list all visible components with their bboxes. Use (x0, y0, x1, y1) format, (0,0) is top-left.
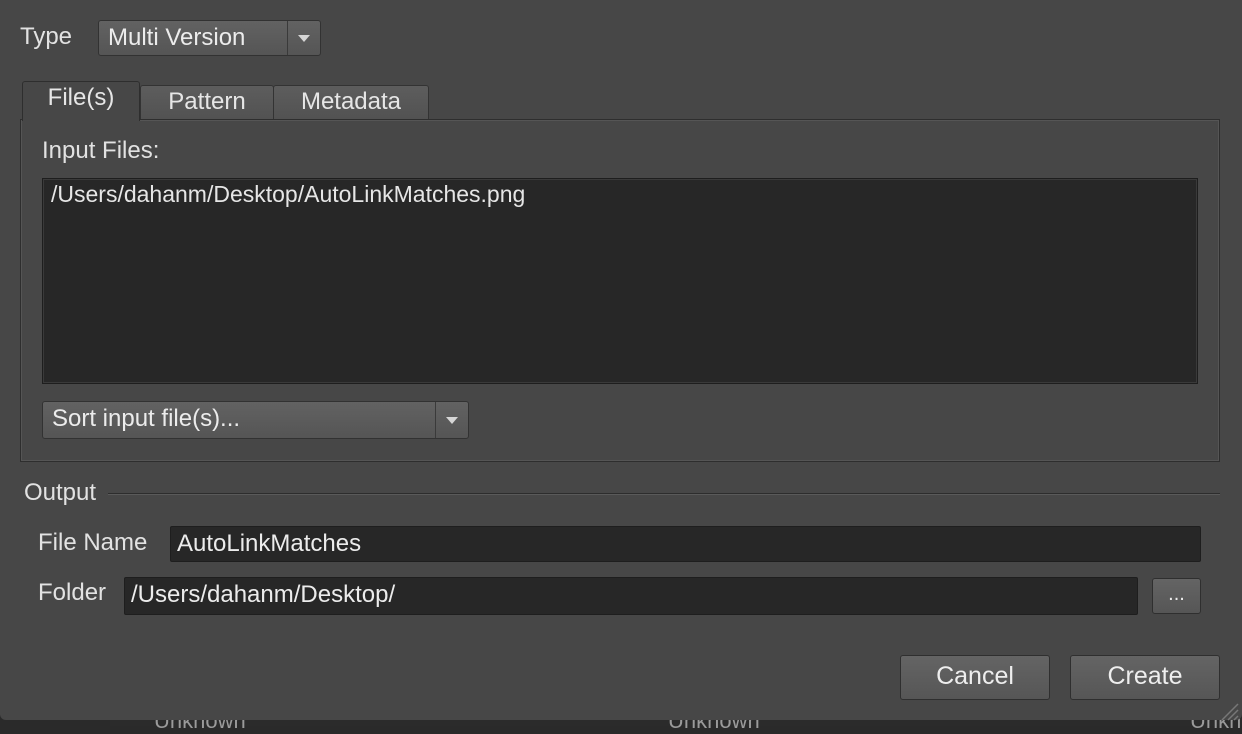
cancel-button[interactable]: Cancel (900, 655, 1050, 700)
type-label: Type (20, 23, 73, 50)
create-source-dialog: Type Multi Version File(s) Pattern Metad… (0, 0, 1242, 722)
create-button[interactable]: Create (1070, 655, 1220, 700)
chevron-down-icon (446, 417, 458, 424)
file-name-field[interactable]: AutoLinkMatches (170, 526, 1201, 562)
browse-folder-button[interactable]: ... (1152, 578, 1201, 614)
sort-dropdown[interactable]: Sort input file(s)... (42, 401, 469, 439)
type-dropdown[interactable]: Multi Version (98, 20, 321, 56)
list-item[interactable]: /Users/dahanm/Desktop/AutoLinkMatches.pn… (51, 181, 525, 208)
resize-grip-icon[interactable] (1218, 700, 1240, 722)
output-divider (108, 493, 1220, 495)
input-files-label: Input Files: (42, 137, 160, 164)
folder-field[interactable]: /Users/dahanm/Desktop/ (124, 577, 1138, 615)
type-dropdown-value: Multi Version (108, 24, 246, 51)
file-name-value: AutoLinkMatches (177, 530, 362, 557)
sort-dropdown-value: Sort input file(s)... (52, 405, 241, 432)
output-section-label: Output (24, 479, 97, 506)
tab-pattern[interactable]: Pattern (140, 85, 274, 119)
input-files-list[interactable]: /Users/dahanm/Desktop/AutoLinkMatches.pn… (42, 178, 1198, 384)
folder-label: Folder (38, 579, 107, 606)
file-name-label: File Name (38, 529, 148, 556)
type-dropdown-arrow[interactable] (287, 21, 320, 55)
chevron-down-icon (298, 35, 310, 42)
tab-files[interactable]: File(s) (22, 81, 140, 121)
sort-dropdown-arrow[interactable] (435, 402, 468, 438)
tab-metadata[interactable]: Metadata (273, 85, 429, 119)
folder-value: /Users/dahanm/Desktop/ (131, 581, 396, 608)
